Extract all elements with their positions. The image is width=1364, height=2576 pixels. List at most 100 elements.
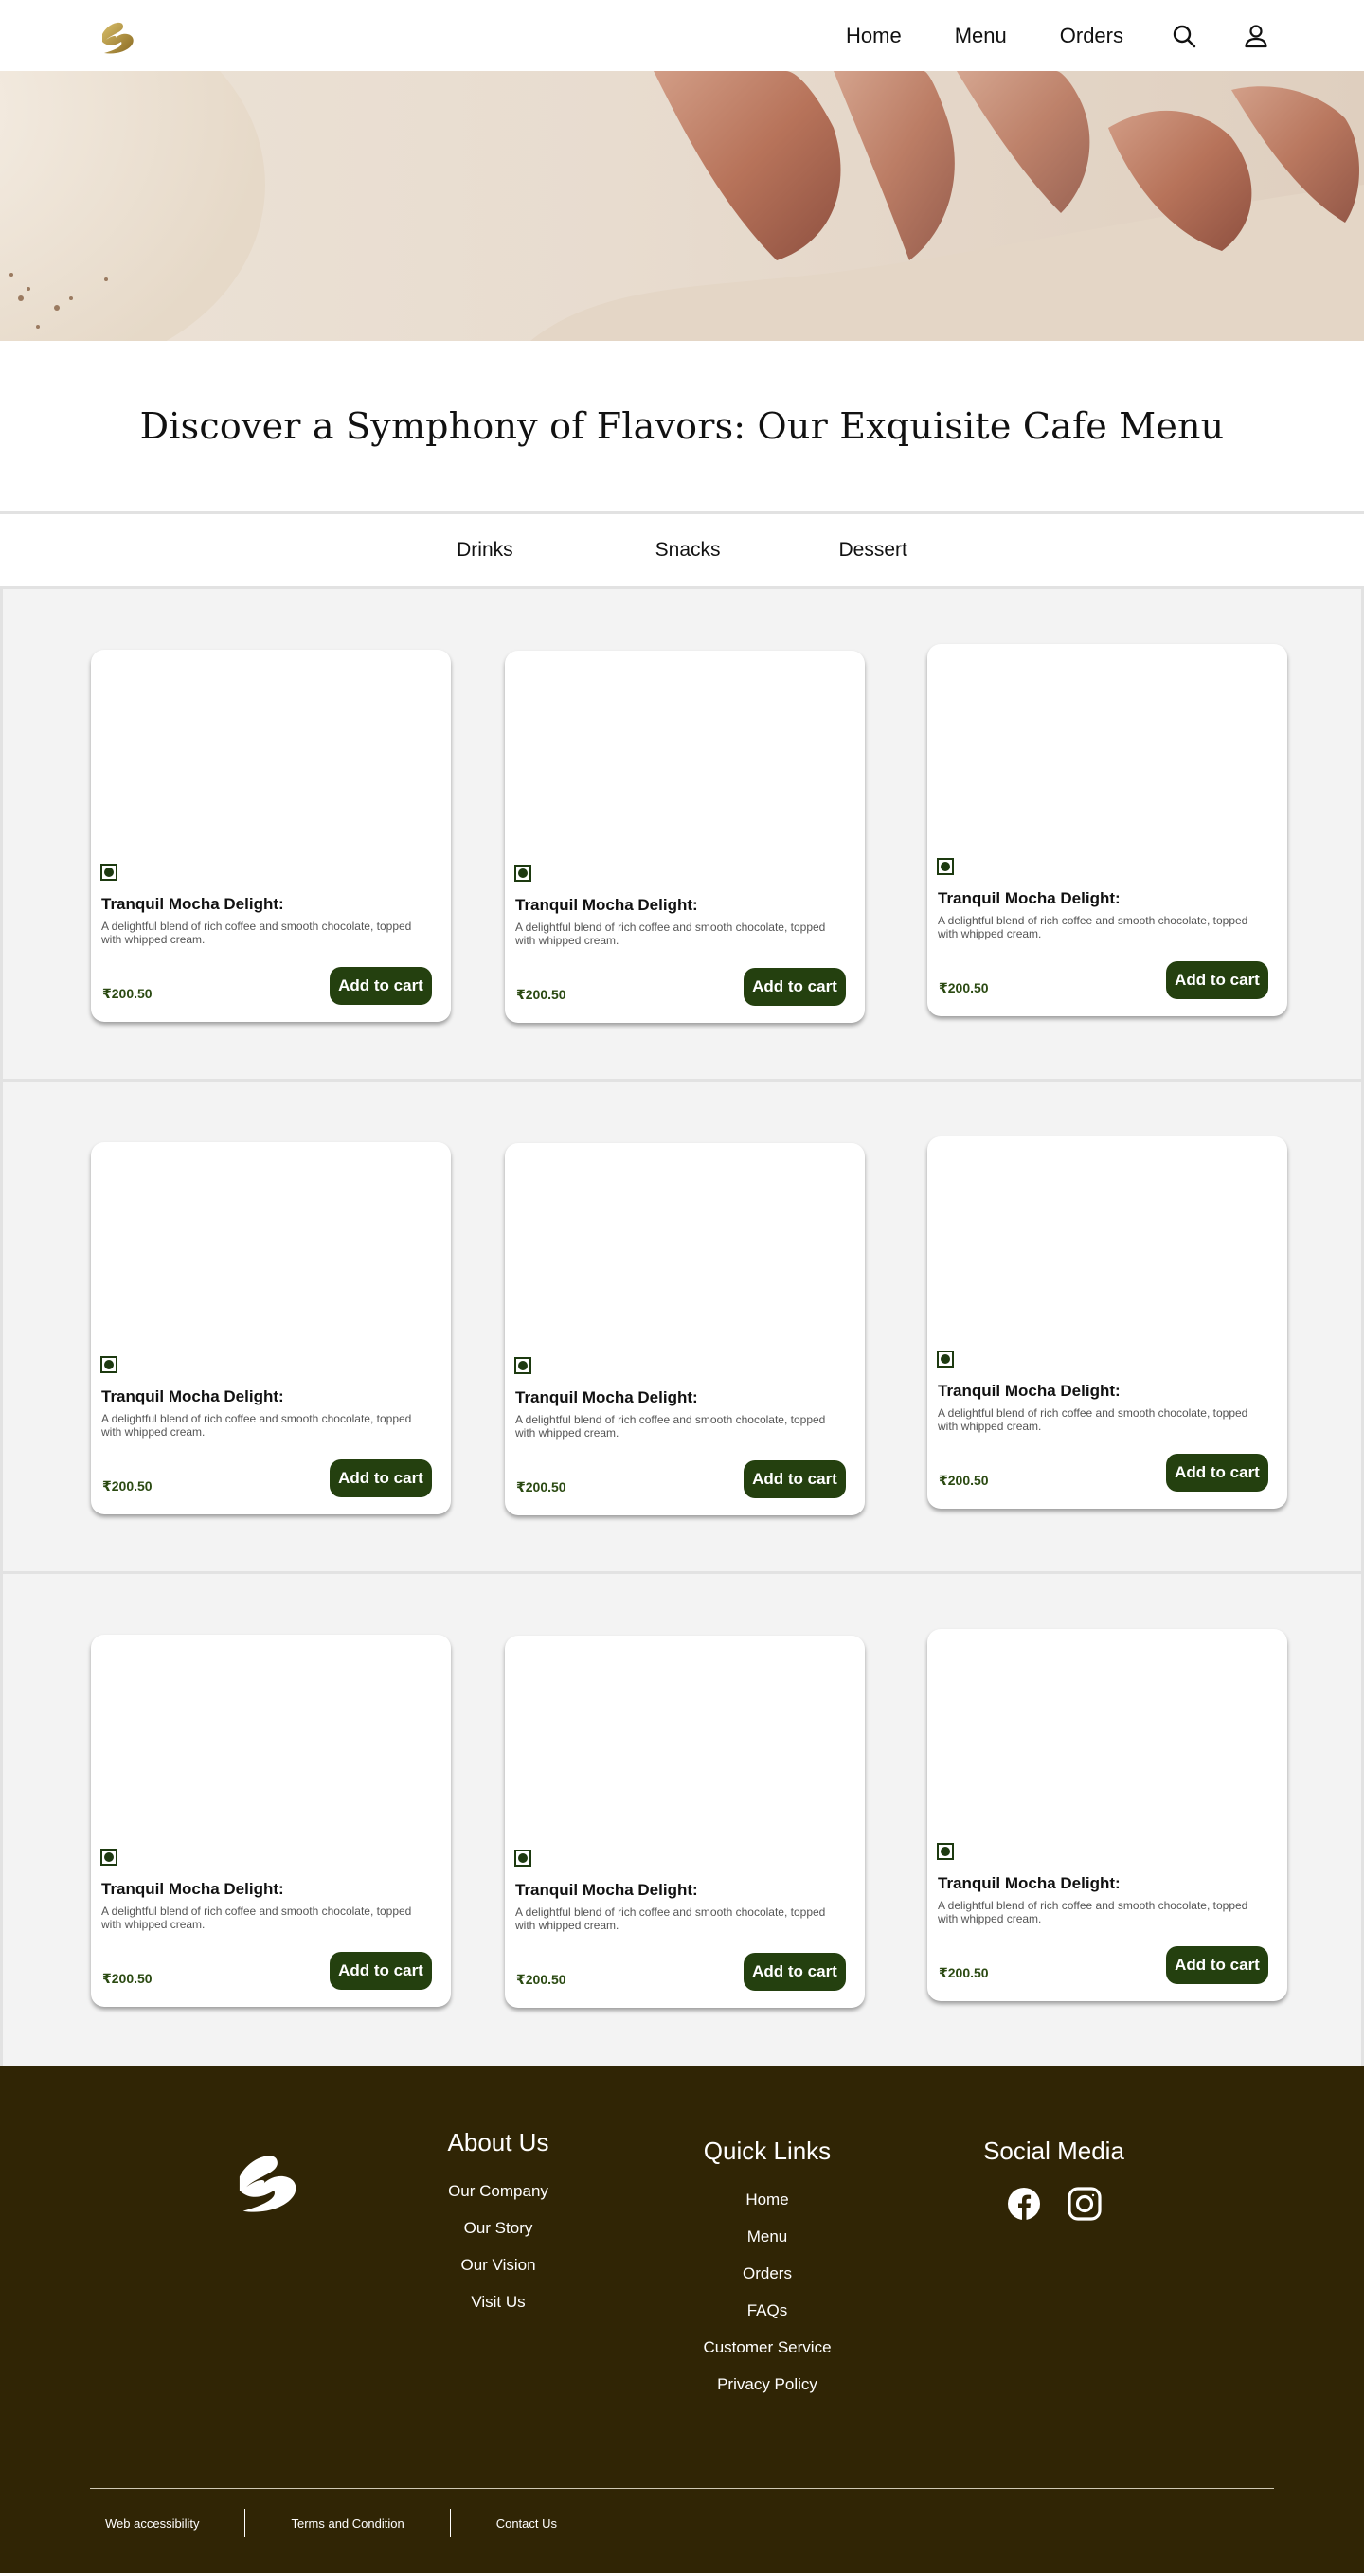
brand-logo-icon[interactable]	[95, 15, 140, 57]
tab-drinks[interactable]: Drinks	[457, 539, 513, 562]
product-card[interactable]: Tranquil Mocha Delight: A delightful ble…	[505, 651, 865, 1023]
product-name: Tranquil Mocha Delight:	[515, 1388, 698, 1406]
veg-indicator-icon	[514, 1357, 531, 1374]
footer-link-privacy-policy[interactable]: Privacy Policy	[691, 2366, 843, 2403]
add-to-cart-button[interactable]: Add to cart	[330, 967, 432, 1005]
product-description: A delightful blend of rich coffee and sm…	[938, 1899, 1248, 1925]
add-to-cart-button[interactable]: Add to cart	[1166, 1454, 1268, 1492]
product-card[interactable]: Tranquil Mocha Delight: A delightful ble…	[927, 1629, 1287, 2001]
product-row: Tranquil Mocha Delight: A delightful ble…	[3, 1574, 1361, 2066]
footer-link-terms[interactable]: Terms and Condition	[276, 2516, 419, 2531]
footer-quick-links: Quick Links Home Menu Orders FAQs Custom…	[691, 2137, 843, 2403]
hero-banner	[0, 71, 1364, 341]
title-section: Discover a Symphony of Flavors: Our Exqu…	[0, 341, 1364, 511]
product-name: Tranquil Mocha Delight:	[938, 1874, 1121, 1892]
product-name: Tranquil Mocha Delight:	[938, 889, 1121, 907]
footer-link-home[interactable]: Home	[691, 2181, 843, 2218]
product-name: Tranquil Mocha Delight:	[101, 1880, 284, 1898]
footer-about: About Us Our Company Our Story Our Visio…	[445, 2128, 551, 2320]
add-to-cart-button[interactable]: Add to cart	[1166, 961, 1268, 999]
product-price: ₹200.50	[102, 1971, 153, 1986]
product-description: A delightful blend of rich coffee and sm…	[515, 921, 826, 947]
veg-indicator-icon	[514, 1850, 531, 1867]
footer-about-heading: About Us	[447, 2128, 549, 2156]
product-card[interactable]: Tranquil Mocha Delight: A delightful ble…	[927, 644, 1287, 1016]
product-description: A delightful blend of rich coffee and sm…	[938, 914, 1248, 940]
footer-separator	[244, 2509, 246, 2537]
product-card[interactable]: Tranquil Mocha Delight: A delightful ble…	[505, 1143, 865, 1515]
footer-link-our-company[interactable]: Our Company	[445, 2173, 551, 2209]
add-to-cart-button[interactable]: Add to cart	[1166, 1946, 1268, 1984]
product-price: ₹200.50	[939, 980, 989, 995]
veg-indicator-icon	[100, 1849, 117, 1866]
footer-link-faqs[interactable]: FAQs	[691, 2292, 843, 2329]
product-grid: Tranquil Mocha Delight: A delightful ble…	[0, 589, 1364, 2066]
veg-indicator-icon	[937, 1351, 954, 1368]
product-name: Tranquil Mocha Delight:	[515, 1881, 698, 1899]
add-to-cart-button[interactable]: Add to cart	[744, 1460, 846, 1498]
add-to-cart-button[interactable]: Add to cart	[744, 968, 846, 1006]
footer-link-our-vision[interactable]: Our Vision	[445, 2246, 551, 2283]
footer-link-contact-us[interactable]: Contact Us	[481, 2516, 572, 2531]
product-price: ₹200.50	[102, 1478, 153, 1494]
instagram-icon[interactable]	[1066, 2185, 1104, 2223]
veg-indicator-icon	[100, 1356, 117, 1373]
product-price: ₹200.50	[939, 1965, 989, 1980]
footer-quick-links-heading: Quick Links	[703, 2137, 832, 2165]
tab-dessert[interactable]: Dessert	[839, 539, 907, 562]
product-row: Tranquil Mocha Delight: A delightful ble…	[3, 1082, 1361, 1574]
footer-link-customer-service[interactable]: Customer Service	[691, 2329, 843, 2366]
product-card[interactable]: Tranquil Mocha Delight: A delightful ble…	[91, 1142, 451, 1514]
nav-orders[interactable]: Orders	[1060, 24, 1123, 48]
footer-separator	[449, 2509, 451, 2537]
nav-home[interactable]: Home	[846, 24, 902, 48]
site-header: Home Menu Orders	[0, 0, 1364, 71]
add-to-cart-button[interactable]: Add to cart	[330, 1952, 432, 1990]
product-description: A delightful blend of rich coffee and sm…	[101, 1905, 412, 1931]
product-description: A delightful blend of rich coffee and sm…	[101, 920, 412, 946]
product-card[interactable]: Tranquil Mocha Delight: A delightful ble…	[505, 1636, 865, 2008]
product-price: ₹200.50	[516, 1479, 566, 1494]
veg-indicator-icon	[937, 858, 954, 875]
main-nav: Home Menu Orders	[793, 23, 1269, 49]
product-description: A delightful blend of rich coffee and sm…	[515, 1413, 826, 1440]
site-footer: About Us Our Company Our Story Our Visio…	[0, 2066, 1364, 2573]
product-description: A delightful blend of rich coffee and sm…	[101, 1412, 412, 1439]
footer-social: Social Media	[976, 2137, 1132, 2223]
search-icon[interactable]	[1171, 23, 1197, 49]
veg-indicator-icon	[937, 1843, 954, 1860]
footer-link-our-story[interactable]: Our Story	[445, 2209, 551, 2246]
product-name: Tranquil Mocha Delight:	[101, 1387, 284, 1405]
footer-divider	[90, 2488, 1274, 2489]
social-icons	[976, 2185, 1132, 2223]
footer-logo-icon[interactable]	[225, 2142, 309, 2218]
product-card[interactable]: Tranquil Mocha Delight: A delightful ble…	[91, 650, 451, 1022]
add-to-cart-button[interactable]: Add to cart	[330, 1459, 432, 1497]
facebook-icon[interactable]	[1005, 2185, 1043, 2223]
add-to-cart-button[interactable]: Add to cart	[744, 1953, 846, 1991]
product-card[interactable]: Tranquil Mocha Delight: A delightful ble…	[927, 1136, 1287, 1509]
page-title: Discover a Symphony of Flavors: Our Exqu…	[139, 405, 1225, 447]
product-price: ₹200.50	[516, 1972, 566, 1987]
hero-image	[0, 71, 1364, 341]
footer-link-visit-us[interactable]: Visit Us	[445, 2283, 551, 2320]
veg-indicator-icon	[514, 865, 531, 882]
product-name: Tranquil Mocha Delight:	[101, 895, 284, 913]
nav-menu[interactable]: Menu	[955, 24, 1007, 48]
footer-link-web-accessibility[interactable]: Web accessibility	[90, 2516, 214, 2531]
category-tabs: Drinks Snacks Dessert	[0, 511, 1364, 589]
product-name: Tranquil Mocha Delight:	[515, 896, 698, 914]
product-price: ₹200.50	[939, 1473, 989, 1488]
footer-social-heading: Social Media	[983, 2137, 1124, 2165]
footer-bottom-links: Web accessibility Terms and Condition Co…	[90, 2509, 572, 2537]
product-row: Tranquil Mocha Delight: A delightful ble…	[3, 589, 1361, 1082]
tab-snacks[interactable]: Snacks	[655, 539, 721, 562]
footer-link-orders[interactable]: Orders	[691, 2255, 843, 2292]
product-price: ₹200.50	[516, 987, 566, 1002]
product-card[interactable]: Tranquil Mocha Delight: A delightful ble…	[91, 1635, 451, 2007]
user-icon[interactable]	[1243, 23, 1269, 49]
footer-link-menu[interactable]: Menu	[691, 2218, 843, 2255]
veg-indicator-icon	[100, 864, 117, 881]
product-description: A delightful blend of rich coffee and sm…	[515, 1905, 826, 1932]
product-price: ₹200.50	[102, 986, 153, 1001]
